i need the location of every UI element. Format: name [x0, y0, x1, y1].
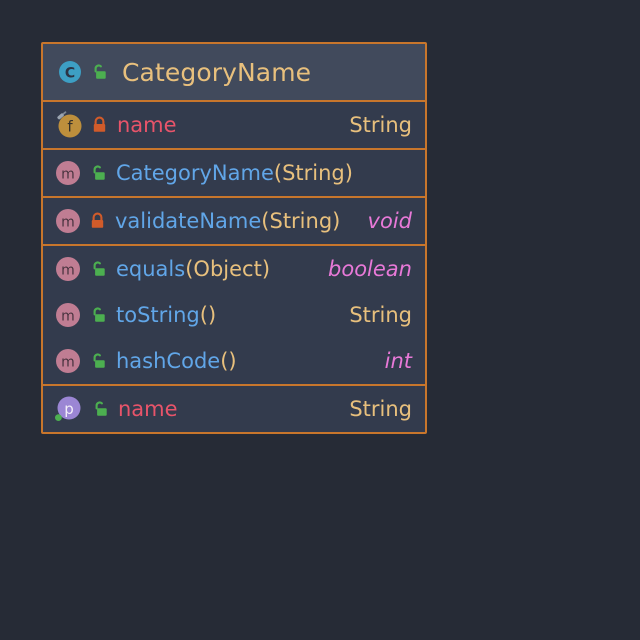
member-params: Object — [193, 257, 262, 281]
padlock-open-icon — [93, 352, 105, 368]
member-name: name — [118, 397, 178, 421]
method-icon: m — [56, 303, 80, 327]
member-name: toString — [116, 303, 200, 327]
member-params: String — [282, 161, 345, 185]
class-header[interactable]: C CategoryName — [43, 44, 425, 102]
svg-text:p: p — [64, 400, 74, 418]
member-return-type: String — [349, 303, 412, 327]
private-methods-section: m validateName(String) void — [43, 198, 425, 246]
member-return-type: String — [349, 397, 412, 421]
open-paren: ( — [273, 161, 283, 185]
padlock-open-icon — [94, 63, 106, 79]
method-icon: m — [56, 209, 80, 233]
padlock-closed-icon — [93, 116, 106, 132]
member-row-field-name[interactable]: f name String — [43, 102, 425, 148]
open-paren: ( — [199, 303, 208, 327]
svg-text:m: m — [61, 215, 75, 231]
svg-text:m: m — [61, 355, 75, 371]
member-row-equals[interactable]: m equals(Object) boolean — [43, 246, 425, 292]
member-name: name — [117, 113, 177, 137]
method-icon: m — [56, 161, 80, 185]
member-row-hashCode[interactable]: m hashCode() int — [43, 338, 425, 384]
padlock-open-icon — [93, 260, 105, 276]
member-signature: CategoryName(String) — [116, 161, 353, 185]
member-return-type: boolean — [328, 257, 412, 281]
uml-class-box[interactable]: C CategoryName f name String m CategoryN… — [41, 42, 427, 434]
class-icon: C — [59, 61, 81, 83]
padlock-open-icon — [93, 306, 105, 322]
member-signature: hashCode() — [116, 349, 237, 373]
member-row-property-name[interactable]: p name String — [43, 386, 425, 432]
fields-section: f name String — [43, 102, 425, 150]
close-paren: ) — [261, 257, 271, 281]
field-icon: f — [57, 111, 82, 138]
close-paren: ) — [207, 303, 217, 327]
member-name: CategoryName — [116, 161, 274, 185]
member-signature: validateName(String) — [115, 209, 340, 233]
member-signature: equals(Object) — [116, 257, 270, 281]
properties-section: p name String — [43, 386, 425, 432]
member-params: String — [269, 209, 333, 233]
public-methods-section: m equals(Object) boolean m toString() St… — [43, 246, 425, 386]
member-name: equals — [116, 257, 186, 281]
member-row-validateName[interactable]: m validateName(String) void — [43, 198, 425, 244]
member-row-toString[interactable]: m toString() String — [43, 292, 425, 338]
member-signature: name — [117, 113, 177, 137]
class-name: CategoryName — [122, 57, 312, 87]
svg-text:m: m — [61, 167, 75, 183]
close-paren: ) — [332, 209, 341, 233]
member-return-type: int — [384, 349, 412, 373]
svg-text:m: m — [61, 263, 75, 279]
padlock-open-icon — [93, 164, 105, 180]
padlock-open-icon — [95, 400, 107, 416]
svg-text:m: m — [61, 309, 75, 325]
member-return-type: void — [367, 209, 412, 233]
member-signature: toString() — [116, 303, 216, 327]
member-row-constructor[interactable]: m CategoryName(String) — [43, 150, 425, 196]
close-paren: ) — [344, 161, 353, 185]
member-name: hashCode — [116, 349, 221, 373]
member-return-type: String — [349, 113, 412, 137]
method-icon: m — [56, 349, 80, 373]
padlock-closed-icon — [91, 212, 104, 228]
member-name: validateName — [115, 209, 262, 233]
svg-text:f: f — [67, 118, 73, 136]
svg-text:C: C — [65, 66, 75, 82]
close-paren: ) — [228, 349, 237, 373]
constructors-section: m CategoryName(String) — [43, 150, 425, 198]
member-signature: name — [118, 397, 178, 421]
method-icon: m — [56, 257, 80, 281]
property-icon: p — [55, 396, 81, 421]
